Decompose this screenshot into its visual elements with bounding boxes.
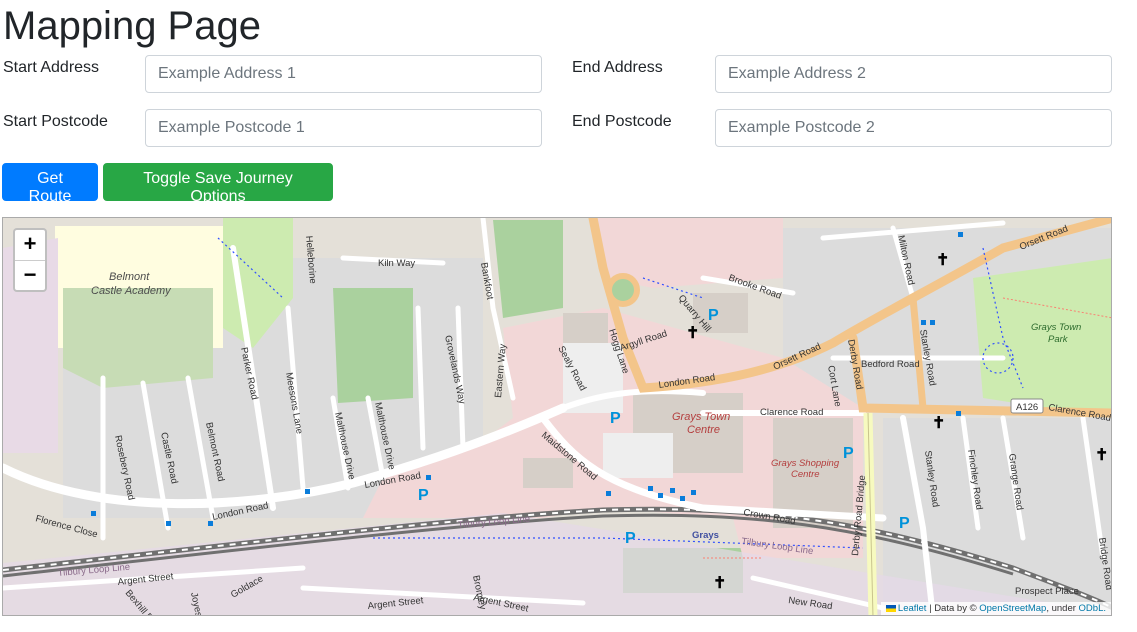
ukraine-flag-icon bbox=[885, 604, 896, 612]
svg-text:✝: ✝ bbox=[932, 415, 945, 432]
start-address-input[interactable] bbox=[145, 55, 542, 93]
svg-text:P: P bbox=[899, 515, 910, 532]
map-label-clarence-road: Clarence Road bbox=[760, 407, 823, 418]
zoom-out-button[interactable]: − bbox=[15, 260, 45, 290]
map-label-a126: A126 bbox=[1016, 402, 1038, 413]
attribution-data-by: | Data by © bbox=[929, 603, 977, 614]
toggle-save-journey-button[interactable]: Toggle Save Journey Options bbox=[103, 163, 333, 205]
end-address-label: End Address bbox=[572, 59, 663, 76]
map-label-grays-town-centre-1: Grays Town bbox=[672, 411, 730, 423]
map-label-castle-academy: Castle Academy bbox=[91, 285, 172, 297]
svg-text:P: P bbox=[625, 530, 636, 547]
svg-text:✝: ✝ bbox=[1095, 447, 1108, 464]
map-label-grays: Grays bbox=[692, 530, 719, 541]
map-label-grays-town-park-2: Park bbox=[1048, 334, 1069, 345]
map-container[interactable]: ✝ ✝ ✝ ✝ ✝ P P P P P P Belmont Castle Aca… bbox=[2, 217, 1112, 616]
openstreetmap-link[interactable]: OpenStreetMap bbox=[979, 603, 1046, 614]
start-postcode-input[interactable] bbox=[145, 109, 542, 147]
map-label-belmont: Belmont bbox=[109, 271, 150, 283]
odbl-link[interactable]: ODbL. bbox=[1079, 603, 1106, 614]
map-label-grays-shopping-2: Centre bbox=[791, 469, 820, 480]
zoom-in-button[interactable]: + bbox=[15, 230, 45, 260]
leaflet-link[interactable]: Leaflet bbox=[898, 603, 927, 614]
svg-text:✝: ✝ bbox=[936, 252, 949, 269]
map-attribution: Leaflet | Data by © OpenStreetMap, under… bbox=[880, 602, 1111, 615]
get-route-button[interactable]: Get Route bbox=[2, 163, 98, 205]
map-label-grays-town-park-1: Grays Town bbox=[1031, 322, 1081, 333]
map-label-bedford-road: Bedford Road bbox=[861, 359, 920, 370]
svg-text:P: P bbox=[418, 487, 429, 504]
map-tiles[interactable]: ✝ ✝ ✝ ✝ ✝ P P P P P P Belmont Castle Aca… bbox=[3, 218, 1112, 616]
page-title: Mapping Page bbox=[3, 4, 261, 48]
svg-text:P: P bbox=[708, 307, 719, 324]
map-label-grays-town-centre-2: Centre bbox=[687, 424, 720, 436]
start-postcode-label: Start Postcode bbox=[3, 113, 108, 130]
map-label-kiln-way: Kiln Way bbox=[378, 258, 415, 269]
svg-text:P: P bbox=[610, 410, 621, 427]
start-address-label: Start Address bbox=[3, 59, 100, 76]
map-label-prospect-place: Prospect Place bbox=[1015, 586, 1079, 597]
svg-text:✝: ✝ bbox=[686, 325, 699, 342]
map-label-grays-shopping-1: Grays Shopping bbox=[771, 458, 840, 469]
end-postcode-label: End Postcode bbox=[572, 113, 672, 130]
end-address-input[interactable] bbox=[715, 55, 1112, 93]
svg-text:✝: ✝ bbox=[713, 575, 726, 592]
attribution-under: , under bbox=[1046, 603, 1076, 614]
svg-text:P: P bbox=[843, 445, 854, 462]
zoom-control: + − bbox=[13, 228, 47, 292]
end-postcode-input[interactable] bbox=[715, 109, 1112, 147]
